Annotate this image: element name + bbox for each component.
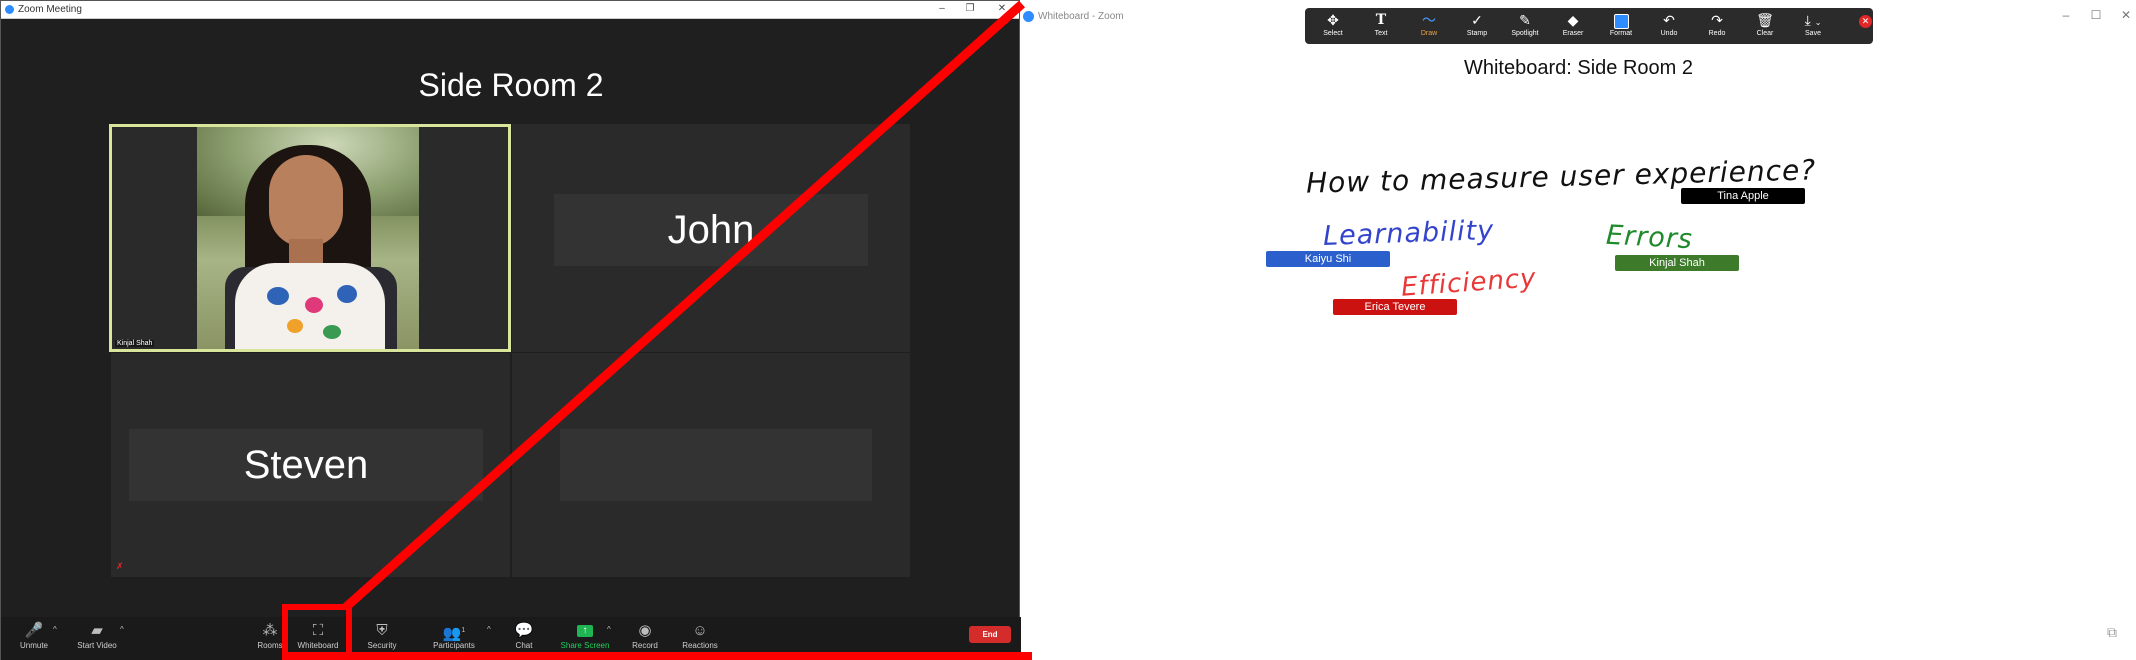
video-tile-john[interactable]: John — [512, 124, 910, 352]
close-icon[interactable]: ✕ — [2118, 8, 2134, 22]
tool-save[interactable]: ⤓ ⌄ Save — [1791, 11, 1835, 39]
muted-mic-icon: ✗ — [116, 561, 124, 571]
tool-draw[interactable]: 〜 Draw — [1407, 11, 1451, 39]
video-tile-empty[interactable] — [512, 353, 910, 577]
annotation-bottom-bar — [282, 652, 1032, 660]
security-button[interactable]: ⛨ Security — [352, 621, 412, 651]
whiteboard-window: Whiteboard - Zoom – ☐ ✕ ✥ Select T Text … — [1021, 0, 2136, 660]
end-meeting-button[interactable]: End — [969, 626, 1011, 643]
redo-icon: ↷ — [1711, 12, 1723, 28]
shield-icon: ⛨ — [376, 622, 388, 639]
check-icon: ✓ — [1471, 12, 1483, 28]
start-video-button[interactable]: ▰ Start Video — [67, 621, 127, 651]
handwritten-learnability[interactable]: Learnability — [1323, 215, 1495, 252]
reactions-button[interactable]: ☺ Reactions — [670, 621, 730, 651]
participants-chevron-icon[interactable]: ^ — [487, 625, 491, 634]
squiggle-icon: 〜 — [1422, 12, 1436, 28]
video-tile-kinjal[interactable]: Kinjal Shah — [109, 124, 511, 352]
room-title: Side Room 2 — [418, 67, 604, 103]
participant-name-label: Kinjal Shah — [115, 340, 155, 347]
whiteboard-window-title: Whiteboard - Zoom — [1038, 11, 1124, 22]
restore-icon[interactable]: ❐ — [963, 3, 977, 14]
tool-clear[interactable]: 🗑 Clear — [1743, 11, 1787, 39]
video-options-chevron-icon[interactable]: ^ — [120, 625, 124, 634]
participant-name-plate: John — [554, 194, 868, 266]
move-icon: ✥ — [1327, 12, 1339, 28]
share-options-chevron-icon[interactable]: ^ — [607, 625, 611, 634]
chat-button[interactable]: 💬 Chat — [494, 621, 554, 651]
tool-undo[interactable]: ↶ Undo — [1647, 11, 1691, 39]
audio-options-chevron-icon[interactable]: ^ — [53, 625, 57, 634]
record-button[interactable]: ◉ Record — [615, 621, 675, 651]
zoom-meeting-window: Zoom Meeting – ❐ ✕ Side Room 2 Kinjal Sh… — [0, 0, 1021, 660]
whiteboard-title: Whiteboard: Side Room 2 — [1463, 57, 1693, 79]
participants-icon: 👥1 — [442, 625, 466, 642]
save-options-chevron-icon: ⌄ — [1814, 18, 1822, 27]
author-tag-kinjal: Kinjal Shah — [1615, 255, 1739, 271]
tool-text[interactable]: T Text — [1359, 11, 1403, 39]
tool-format[interactable]: Format — [1599, 11, 1643, 39]
whiteboard-toolbar: ✥ Select T Text 〜 Draw ✓ Stamp ✎ Spotlig… — [1305, 8, 1873, 44]
maximize-icon[interactable]: ☐ — [2088, 8, 2104, 22]
wand-icon: ✎ — [1519, 12, 1531, 28]
participant-video — [197, 127, 419, 349]
author-tag-tina: Tina Apple — [1681, 188, 1805, 204]
share-screen-icon: ↑ — [555, 621, 615, 641]
participant-name-plate: Steven — [129, 429, 483, 501]
zoom-app-icon — [1023, 11, 1034, 22]
handwritten-errors[interactable]: Errors — [1605, 220, 1693, 256]
color-swatch-icon — [1599, 11, 1643, 29]
reactions-icon: ☺ — [692, 622, 708, 639]
participants-count: 1 — [461, 627, 466, 634]
tool-redo[interactable]: ↷ Redo — [1695, 11, 1739, 39]
meeting-window-title: Zoom Meeting — [18, 4, 82, 15]
eraser-icon: ◆ — [1567, 12, 1579, 28]
minimize-icon[interactable]: – — [935, 3, 949, 14]
tool-stamp[interactable]: ✓ Stamp — [1455, 11, 1499, 39]
close-icon[interactable]: ✕ — [995, 3, 1009, 14]
tool-select[interactable]: ✥ Select — [1311, 11, 1355, 39]
tool-eraser[interactable]: ◆ Eraser — [1551, 11, 1595, 39]
participant-name-plate — [560, 429, 872, 501]
zoom-app-icon — [5, 5, 14, 14]
record-icon: ◉ — [638, 622, 652, 639]
tool-spotlight[interactable]: ✎ Spotlight — [1503, 11, 1547, 39]
meeting-titlebar: Zoom Meeting – ❐ ✕ — [1, 1, 1019, 19]
video-tile-steven[interactable]: Steven ✗ — [111, 353, 510, 577]
share-out-icon[interactable]: ⧉ — [2107, 624, 2117, 641]
chat-icon: 💬 — [514, 622, 534, 639]
text-icon: T — [1375, 12, 1387, 28]
screenshot-root: Zoom Meeting – ❐ ✕ Side Room 2 Kinjal Sh… — [0, 0, 2136, 660]
video-off-icon: ▰ — [91, 622, 103, 639]
participants-button[interactable]: 👥1 Participants — [424, 621, 484, 651]
author-tag-kaiyu: Kaiyu Shi — [1266, 251, 1390, 267]
whiteboard-close-button[interactable]: ✕ — [1859, 15, 1872, 28]
trash-icon: 🗑 — [1756, 12, 1774, 28]
share-screen-button[interactable]: ↑ Share Screen — [555, 621, 615, 651]
download-icon: ⤓ ⌄ — [1804, 12, 1822, 28]
author-tag-erica: Erica Tevere — [1333, 299, 1457, 315]
handwritten-efficiency[interactable]: Efficiency — [1400, 263, 1537, 302]
minimize-icon[interactable]: – — [2058, 8, 2074, 22]
undo-icon: ↶ — [1663, 12, 1675, 28]
